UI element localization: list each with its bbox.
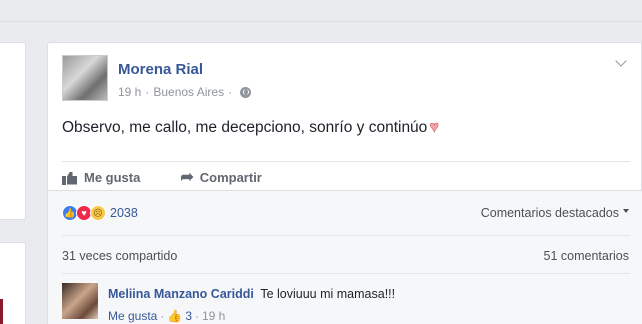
comment-meta-separator-2: · bbox=[195, 309, 199, 323]
post-location[interactable]: Buenos Aires bbox=[153, 85, 224, 99]
comment-meta-separator: · bbox=[160, 309, 165, 323]
reaction-count[interactable]: 2038 bbox=[110, 206, 138, 220]
comments-count-link[interactable]: 51 comentarios bbox=[544, 249, 629, 263]
globe-icon[interactable] bbox=[240, 86, 252, 98]
comment: Meliina Manzano Cariddi Te loviuuu mi ma… bbox=[48, 273, 642, 324]
post-actions: Me gusta ➦ Compartir bbox=[62, 161, 630, 191]
left-column-card bbox=[0, 42, 26, 220]
heart-emoji-icon: ♥ bbox=[429, 119, 439, 137]
featured-comments-dropdown[interactable]: Comentarios destacados bbox=[481, 206, 629, 220]
post-time[interactable]: 19 h bbox=[118, 85, 141, 99]
divider-line-2 bbox=[62, 273, 630, 274]
left-accent bbox=[0, 299, 3, 324]
chevron-down-icon[interactable] bbox=[615, 55, 627, 67]
comment-meta: Me gusta · 👍 3 · 19 h bbox=[108, 309, 225, 323]
commenter-name[interactable]: Meliina Manzano Cariddi bbox=[108, 287, 254, 301]
reaction-summary[interactable]: 👍 ♥ ☹ 2038 bbox=[62, 205, 138, 221]
share-button[interactable]: ➦ Compartir bbox=[180, 168, 262, 186]
comment-like-button[interactable]: Me gusta bbox=[108, 309, 157, 323]
featured-comments-label: Comentarios destacados bbox=[480, 206, 619, 220]
meta-separator: · bbox=[145, 85, 150, 99]
share-arrow-icon: ➦ bbox=[180, 168, 194, 186]
post-card: Morena Rial 19 h · Buenos Aires · Observ… bbox=[47, 42, 642, 324]
shares-link[interactable]: 31 veces compartido bbox=[62, 249, 177, 263]
commenter-avatar[interactable] bbox=[62, 283, 98, 319]
reactions-bar: 👍 ♥ ☹ 2038 Comentarios destacados bbox=[48, 191, 642, 235]
caret-down-icon bbox=[623, 209, 629, 213]
meta-separator-2: · bbox=[228, 85, 233, 99]
divider-line bbox=[62, 235, 630, 236]
post-text-content: Observo, me callo, me decepciono, sonrío… bbox=[62, 119, 428, 136]
comment-time[interactable]: 19 h bbox=[202, 309, 225, 323]
post-meta: 19 h · Buenos Aires · bbox=[118, 85, 252, 99]
comment-text: Te loviuuu mi mamasa!!! bbox=[260, 287, 396, 301]
comment-body: Meliina Manzano Cariddi Te loviuuu mi ma… bbox=[108, 287, 395, 301]
like-button[interactable]: Me gusta bbox=[62, 170, 140, 185]
sad-reaction-icon: ☹ bbox=[90, 205, 106, 221]
author-avatar[interactable] bbox=[62, 55, 108, 101]
thumbs-up-icon bbox=[62, 171, 78, 185]
top-bar bbox=[0, 0, 642, 22]
share-label: Compartir bbox=[199, 170, 262, 185]
author-name[interactable]: Morena Rial bbox=[118, 61, 203, 78]
post-text: Observo, me callo, me decepciono, sonrío… bbox=[62, 119, 439, 137]
comment-thumbs-up-icon: 👍 bbox=[167, 309, 183, 323]
left-column-card-2 bbox=[0, 242, 26, 324]
shares-row: 31 veces compartido 51 comentarios bbox=[48, 235, 642, 273]
like-label: Me gusta bbox=[84, 170, 141, 185]
comment-like-count[interactable]: 3 bbox=[185, 309, 192, 323]
